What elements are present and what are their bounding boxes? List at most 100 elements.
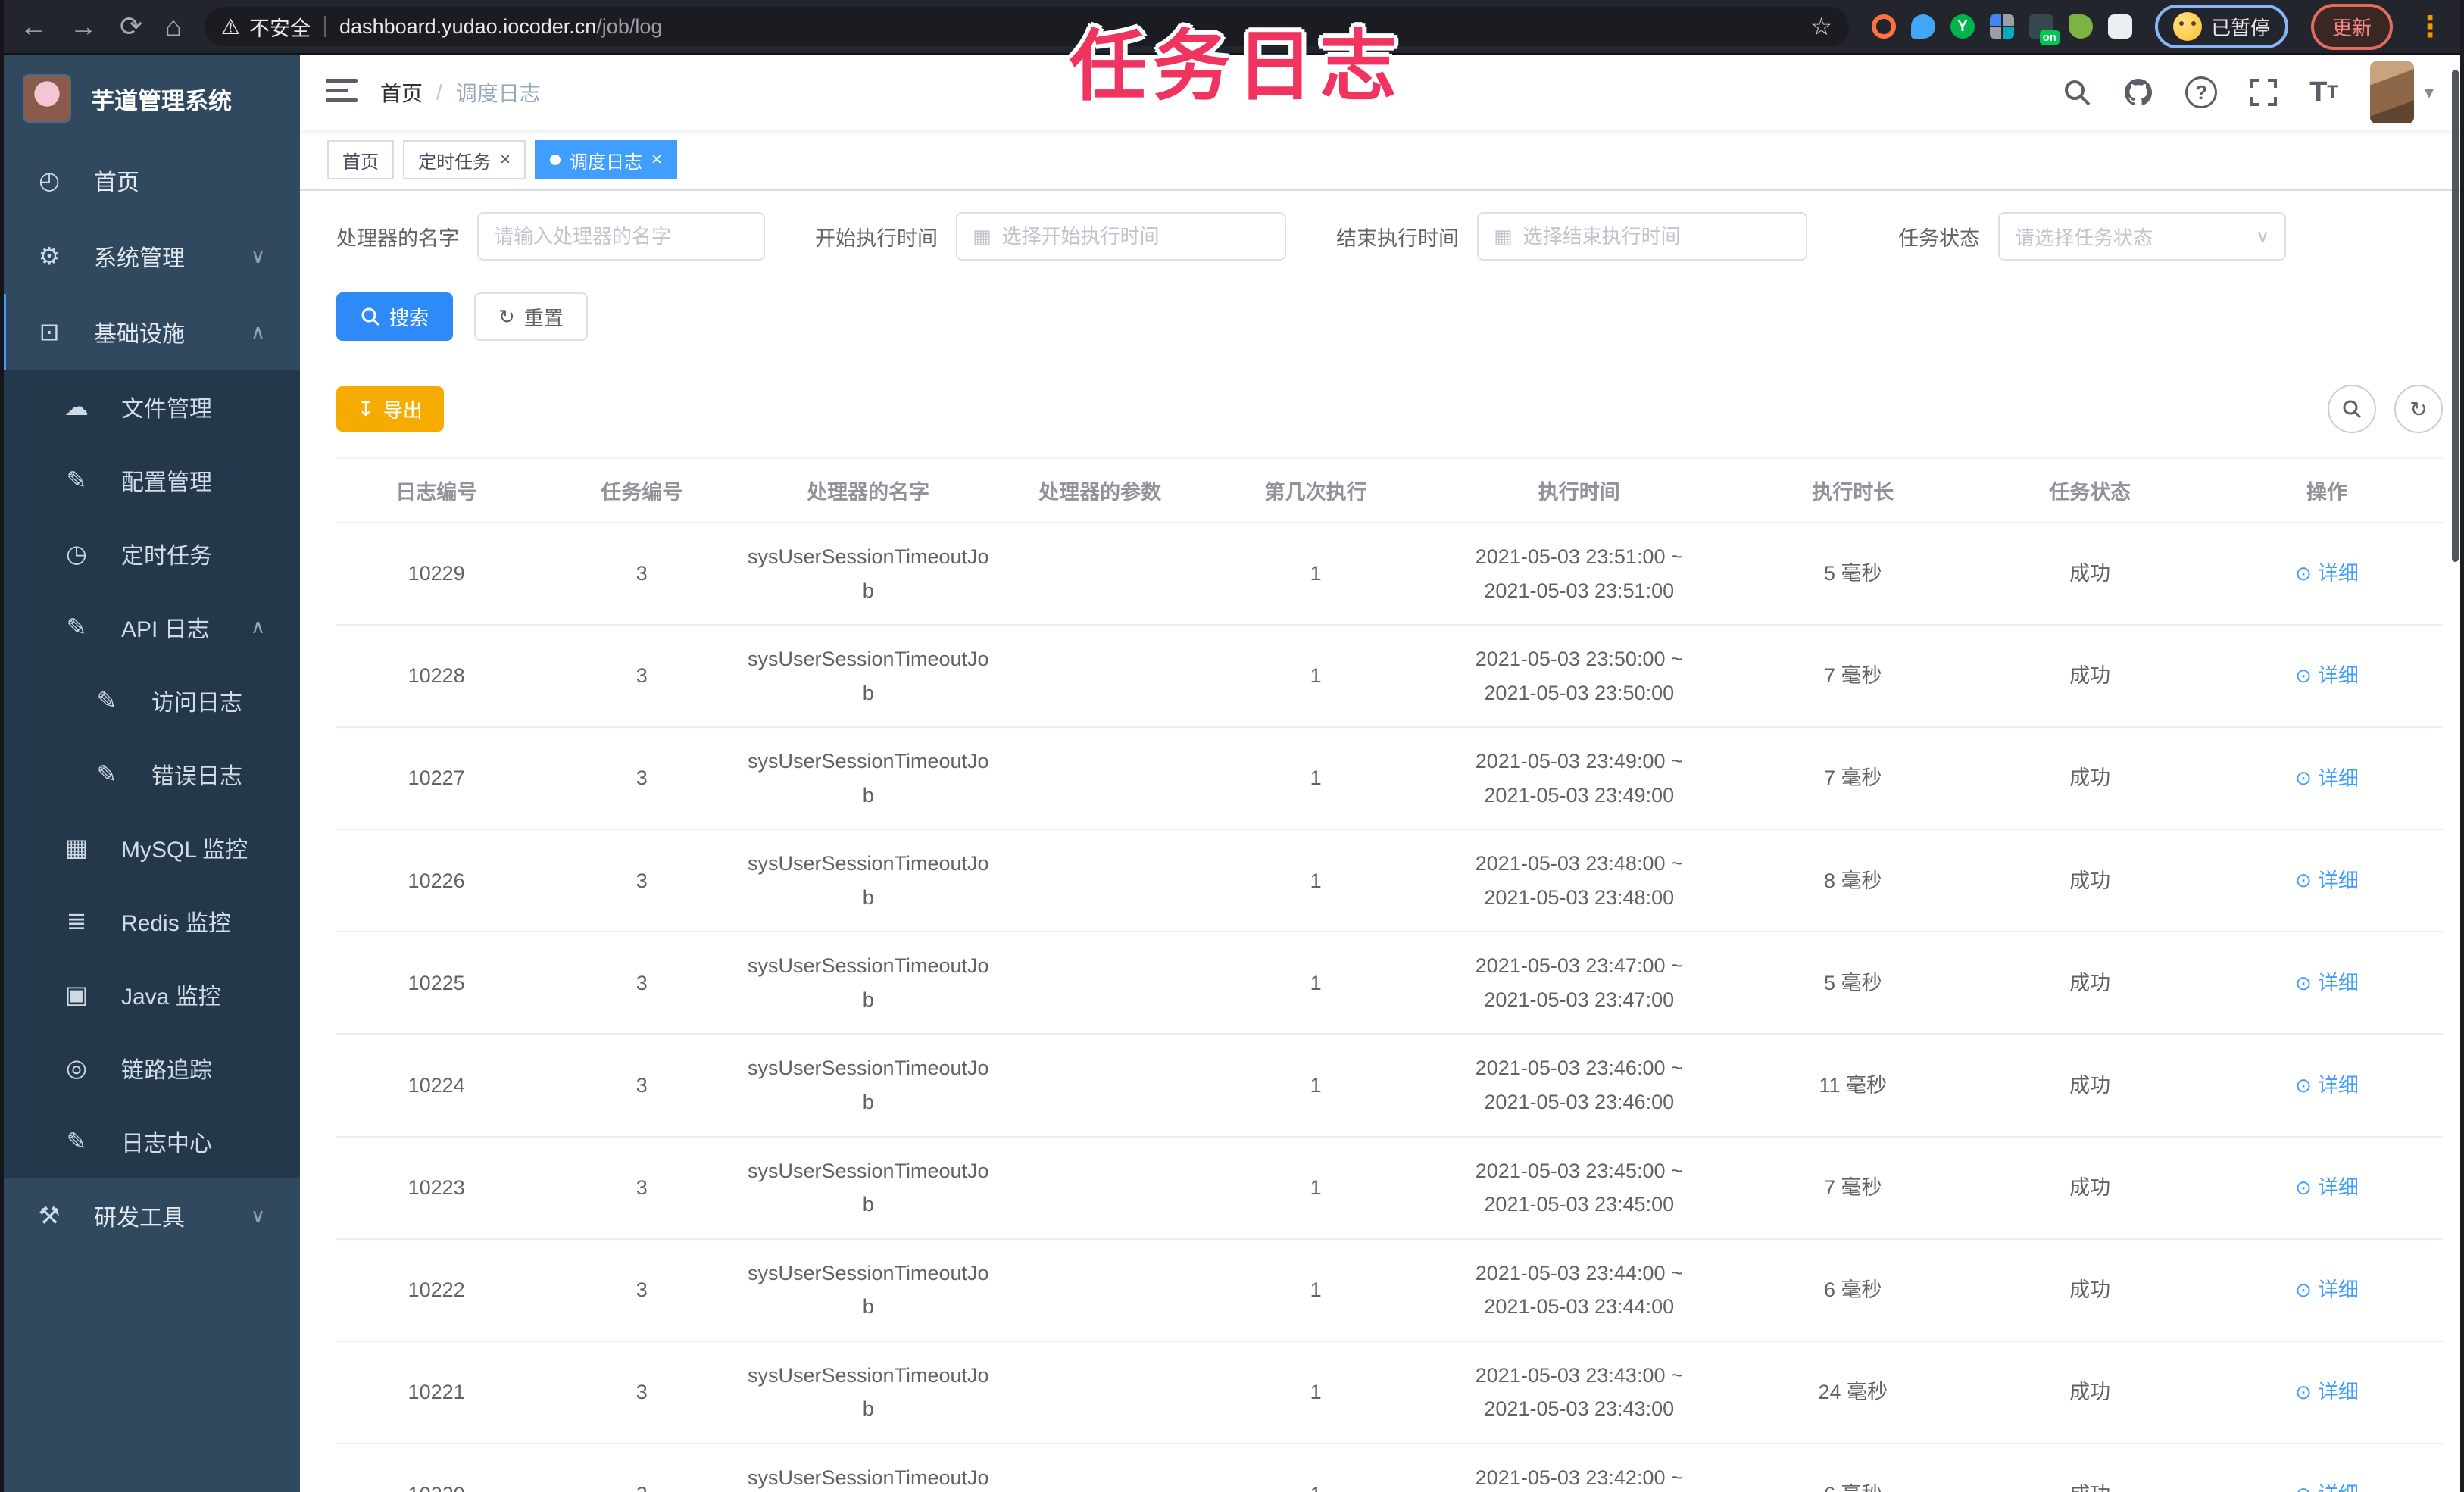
begin-time-input[interactable]	[1001, 224, 1269, 248]
handler-name-input[interactable]	[494, 224, 748, 248]
job-log-table: 日志编号 任务编号 处理器的名字 处理器的参数 第几次执行 执行时间 执行时长 任务状态 操作 …	[336, 457, 2443, 1492]
table-column-header: 日志编号	[336, 457, 537, 523]
cell-param	[989, 932, 1211, 1035]
detail-link[interactable]: ⊙详细	[2295, 966, 2359, 1000]
extension-drop-icon[interactable]	[1910, 14, 1935, 39]
page-tab[interactable]: 首页 ×	[327, 140, 394, 179]
detail-link-label: 详细	[2317, 971, 2359, 994]
extension-grid-icon[interactable]	[1989, 14, 2014, 39]
sidebar-submenu-item[interactable]: 文件管理	[0, 370, 300, 443]
sidebar-item-icon	[59, 907, 94, 935]
detail-link[interactable]: ⊙详细	[2295, 864, 2359, 898]
handler-name-label: 处理器的名字	[336, 226, 459, 250]
cell-execute-time: 2021-05-03 23:48:00 ~ 2021-05-03 23:48:00	[1421, 829, 1738, 933]
eye-icon: ⊙	[2295, 664, 2312, 688]
detail-link[interactable]: ⊙详细	[2295, 1273, 2359, 1307]
cell-param	[989, 1136, 1211, 1240]
table-column-header: 处理器的参数	[989, 457, 1211, 523]
extension-orange-icon[interactable]	[1871, 14, 1896, 39]
cell-actions: ⊙详细	[2211, 829, 2443, 933]
table-column-header: 操作	[2211, 457, 2443, 523]
cell-actions: ⊙详细	[2211, 625, 2443, 729]
page-scrollbar-thumb[interactable]	[2452, 70, 2459, 562]
cell-execute-time: 2021-05-03 23:46:00 ~ 2021-05-03 23:46:00	[1421, 1034, 1738, 1138]
page-tab[interactable]: 定时任务 ×	[403, 140, 526, 179]
time-begin: 2021-05-03 23:42:00 ~	[1475, 1465, 1683, 1489]
table-row: 10222 3 sysUserSessionTimeoutJob 1 2021-…	[336, 1238, 2443, 1342]
address-bar[interactable]: ⚠ 不安全 dashboard.yudao.iocoder.cn/job/log…	[204, 7, 1849, 46]
cell-execute-index: 1	[1210, 829, 1422, 933]
export-button[interactable]: ↧ 导出	[336, 386, 444, 432]
detail-link[interactable]: ⊙详细	[2295, 1171, 2359, 1205]
sidebar-menu-item[interactable]: 基础设施	[0, 294, 300, 370]
cell-duration: 24 毫秒	[1737, 1341, 1969, 1444]
browser-update-button[interactable]: 更新	[2310, 3, 2393, 50]
sidebar-submenu-item[interactable]: 访问日志	[0, 663, 300, 737]
extension-sprout-icon[interactable]	[2068, 14, 2093, 39]
sidebar-submenu-item[interactable]: 定时任务	[0, 517, 300, 590]
refresh-button[interactable]: ↻	[2394, 385, 2443, 433]
reset-button[interactable]: ↻ 重置	[474, 292, 588, 341]
sidebar-submenu-item[interactable]: Java 监控	[0, 957, 300, 1031]
breadcrumb: 首页 / 调度日志	[380, 77, 541, 108]
cell-log-id: 10221	[336, 1341, 537, 1444]
extension-green-y-icon[interactable]: Y	[1950, 14, 1975, 39]
search-button[interactable]: 搜索	[336, 292, 454, 341]
search-icon[interactable]	[2063, 78, 2091, 107]
detail-link[interactable]: ⊙详细	[2295, 659, 2359, 693]
detail-link[interactable]: ⊙详细	[2295, 1069, 2359, 1103]
time-begin: 2021-05-03 23:49:00 ~	[1475, 750, 1683, 773]
sidebar-logo-row[interactable]: 芋道管理系统	[0, 55, 300, 142]
cell-log-id: 10228	[336, 625, 537, 729]
status-select-placeholder: 请选择任务状态	[2015, 226, 2153, 249]
sidebar-item-label: 研发工具	[94, 1206, 185, 1231]
cell-duration: 7 毫秒	[1737, 1136, 1969, 1240]
home-icon[interactable]: ⌂	[165, 13, 182, 40]
help-icon[interactable]: ?	[2185, 76, 2218, 108]
reload-icon[interactable]: ⟳	[120, 13, 142, 40]
fullscreen-icon[interactable]	[2249, 78, 2278, 107]
extensions-puzzle-icon[interactable]	[2107, 14, 2132, 39]
end-time-input[interactable]	[1522, 224, 1791, 248]
toggle-search-button[interactable]	[2328, 385, 2376, 433]
cell-handler: sysUserSessionTimeoutJob	[747, 523, 990, 626]
user-avatar[interactable]: ▾	[2369, 61, 2434, 123]
hamburger-icon[interactable]	[326, 77, 358, 108]
tab-close-icon[interactable]: ×	[500, 151, 511, 169]
sidebar: 芋道管理系统 首页 系统管理 基础设施	[0, 55, 300, 1492]
extension-on-badge-icon[interactable]: on	[2028, 14, 2060, 45]
back-icon[interactable]: ←	[20, 13, 47, 40]
sidebar-menu-item[interactable]: 首页	[0, 142, 300, 218]
font-size-icon[interactable]: TT	[2309, 76, 2338, 109]
page-tab[interactable]: 调度日志 ×	[535, 140, 678, 179]
begin-time-label: 开始执行时间	[815, 226, 938, 250]
sidebar-submenu-item[interactable]: 配置管理	[0, 443, 300, 517]
sidebar-menu-item[interactable]: 研发工具	[0, 1178, 300, 1253]
github-icon[interactable]	[2123, 77, 2153, 108]
cell-actions: ⊙详细	[2211, 727, 2443, 831]
sidebar-submenu-item[interactable]: 链路追踪	[0, 1031, 300, 1104]
bookmark-star-icon[interactable]: ☆	[1810, 12, 1832, 41]
forward-icon[interactable]: →	[70, 13, 97, 40]
browser-profile-chip[interactable]: 已暂停	[2154, 5, 2288, 48]
breadcrumb-home[interactable]: 首页	[380, 77, 423, 108]
sidebar-submenu-item[interactable]: 错误日志	[0, 737, 300, 810]
tab-close-icon[interactable]: ×	[651, 151, 662, 169]
cell-actions: ⊙详细	[2211, 932, 2443, 1035]
eye-icon: ⊙	[2295, 1278, 2312, 1301]
detail-link[interactable]: ⊙详细	[2295, 557, 2359, 591]
sidebar-item-icon	[59, 613, 94, 641]
breadcrumb-current: 调度日志	[455, 82, 541, 105]
tab-label: 首页	[342, 151, 379, 173]
detail-link[interactable]: ⊙详细	[2295, 762, 2359, 796]
sidebar-menu-item[interactable]: 系统管理	[0, 218, 300, 294]
detail-link[interactable]: ⊙详细	[2295, 1478, 2359, 1492]
detail-link[interactable]: ⊙详细	[2295, 1375, 2359, 1409]
sidebar-submenu-item[interactable]: MySQL 监控	[0, 810, 300, 884]
cell-job-id: 3	[536, 1136, 748, 1240]
sidebar-submenu-item[interactable]: 日志中心	[0, 1104, 300, 1178]
sidebar-submenu-item[interactable]: Redis 监控	[0, 884, 300, 957]
browser-menu-kebab-icon[interactable]: ⋮	[2416, 10, 2444, 44]
status-select[interactable]: 请选择任务状态 ∨	[1998, 212, 2286, 261]
sidebar-submenu-item[interactable]: API 日志	[0, 590, 300, 663]
